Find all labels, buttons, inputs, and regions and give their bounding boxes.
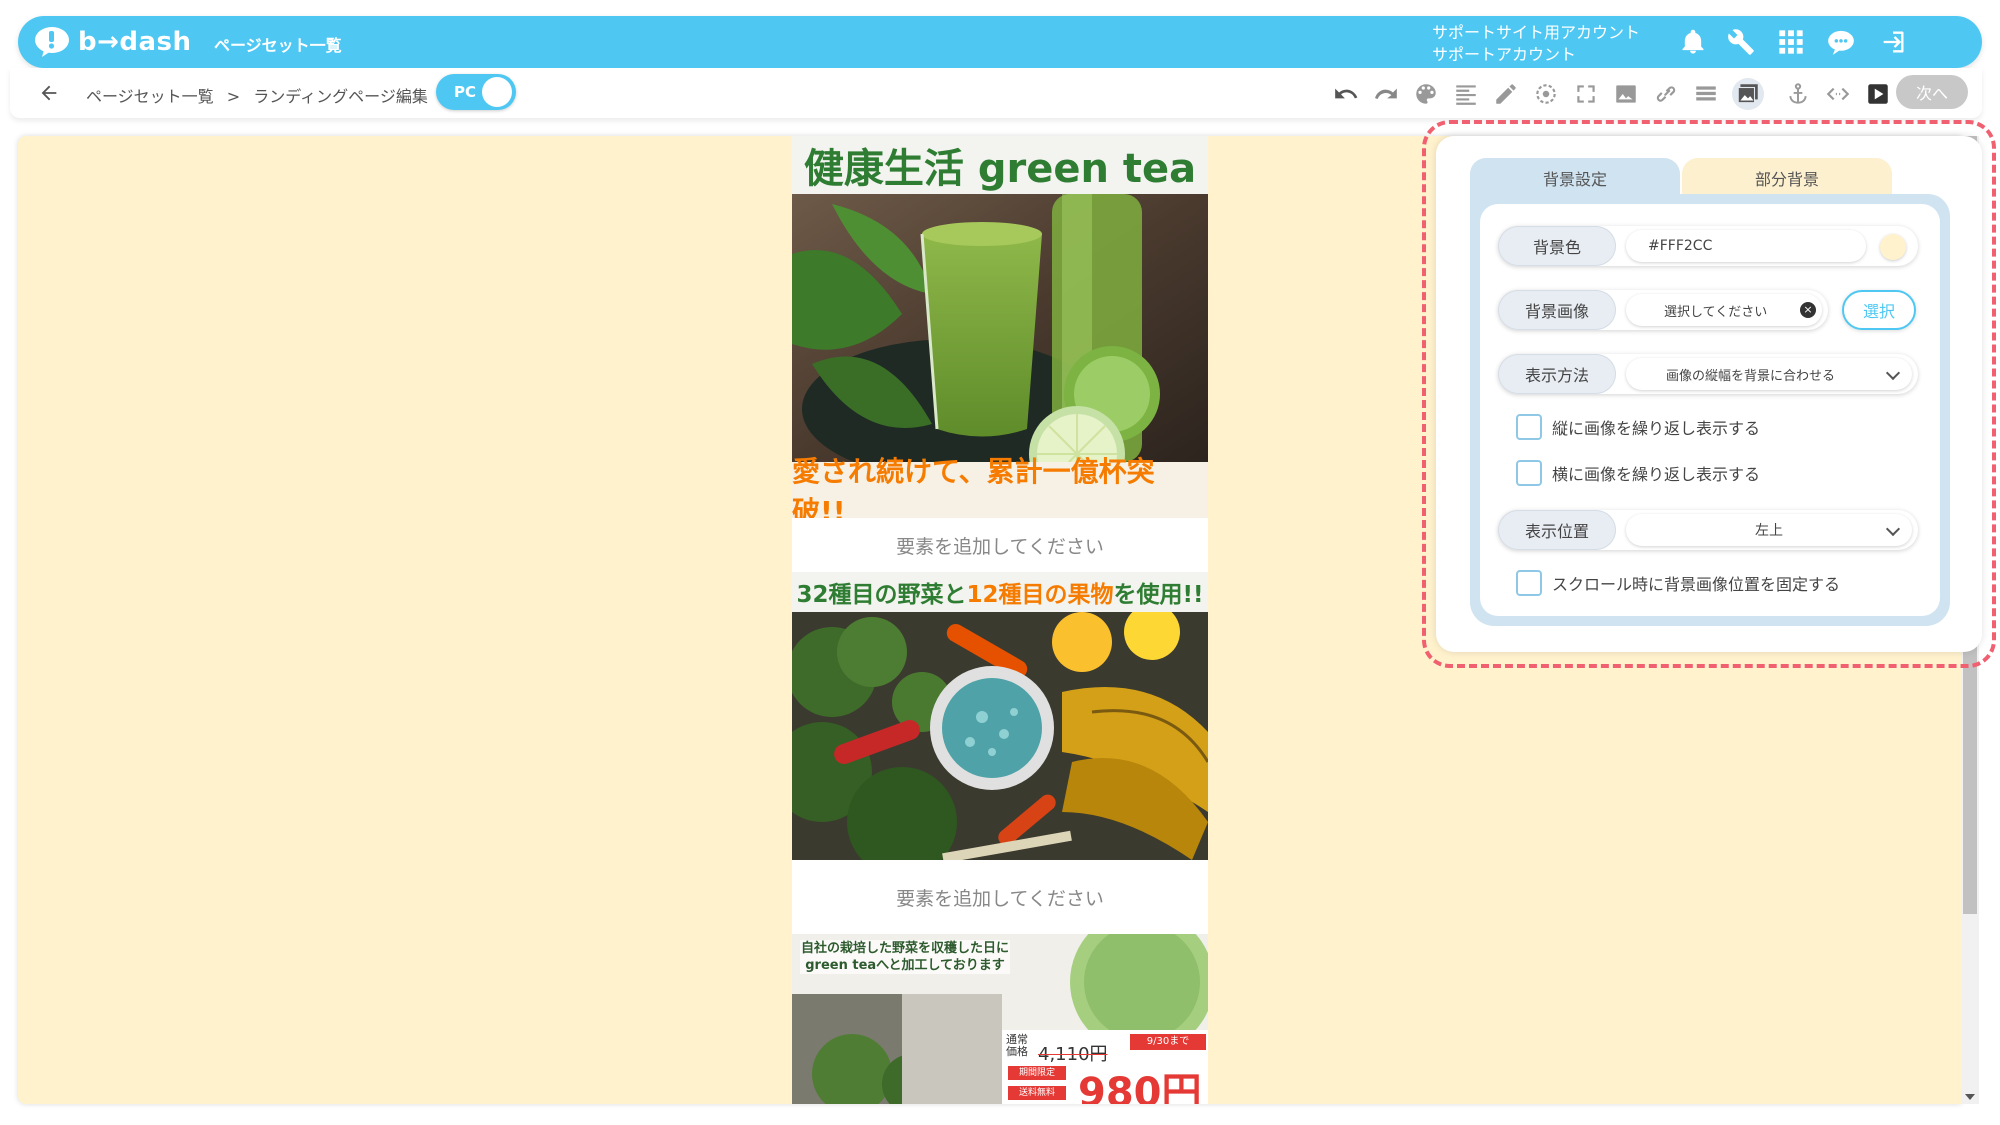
top-header-bar: b→dash ページセット一覧 サポートサイト用アカウント サポートアカウント — [18, 16, 1982, 68]
position-row: 表示位置 左上 — [1498, 510, 1918, 550]
account-info[interactable]: サポートサイト用アカウント サポートアカウント — [1432, 22, 1640, 66]
panel-inner: 背景色 #FFF2CC 背景画像 選択してください × 選択 表示方法 画像の縦… — [1480, 204, 1940, 616]
page-set-list-link[interactable]: ページセット一覧 — [214, 32, 342, 56]
promo-price-image[interactable]: 自社の栽培した野菜を収穫した日に green teaへと加工しております 通常価… — [792, 934, 1208, 1104]
heading-and: と — [943, 582, 967, 608]
chevron-down-icon — [1885, 521, 1901, 537]
tab-partial-background[interactable]: 部分背景 — [1682, 158, 1892, 198]
regular-price-label: 通常価格 — [1006, 1033, 1028, 1058]
grid-icon[interactable] — [1776, 27, 1806, 57]
bdash-logo[interactable]: b→dash — [34, 24, 192, 60]
bg-color-row: 背景色 #FFF2CC — [1498, 226, 1918, 266]
promo-text-line1: 自社の栽培した野菜を収穫した日に — [800, 941, 1009, 956]
position-select[interactable]: 左上 — [1626, 514, 1912, 546]
image-icon[interactable] — [1612, 80, 1640, 108]
repeat-vertical-label: 縦に画像を繰り返し表示する — [1552, 419, 1761, 438]
chat-icon[interactable] — [1826, 27, 1856, 57]
breadcrumb-current: ランディングページ編集 — [253, 87, 428, 106]
background-image-icon[interactable] — [1732, 78, 1764, 110]
color-swatch[interactable] — [1880, 234, 1906, 260]
pen-icon[interactable] — [1492, 80, 1520, 108]
fix-on-scroll-label: スクロール時に背景画像位置を固定する — [1552, 575, 1841, 594]
next-button[interactable]: 次へ — [1896, 75, 1968, 109]
logo-bubble-icon — [35, 27, 69, 57]
redo-icon[interactable] — [1372, 80, 1400, 108]
display-method-row: 表示方法 画像の縦幅を背景に合わせる — [1498, 354, 1918, 394]
breadcrumb: ページセット一覧 > ランディングページ編集 — [86, 83, 436, 107]
display-method-label: 表示方法 — [1498, 354, 1616, 394]
checkbox[interactable] — [1516, 570, 1542, 596]
heading-fruits: 12種目の果物 — [966, 582, 1114, 608]
breadcrumb-page-set-list[interactable]: ページセット一覧 — [86, 87, 214, 106]
sale-price: 980円 — [1078, 1070, 1202, 1104]
breadcrumb-separator: > — [226, 87, 241, 106]
fix-on-scroll-checkbox[interactable]: スクロール時に背景画像位置を固定する — [1516, 570, 1840, 596]
heading-used: を使用!! — [1113, 582, 1204, 608]
chevron-down-icon — [1885, 365, 1901, 381]
scroll-down-arrow-icon[interactable] — [1965, 1094, 1975, 1100]
text-align-icon[interactable] — [1452, 80, 1480, 108]
add-element-placeholder[interactable]: 要素を追加してください — [792, 860, 1208, 934]
display-method-select[interactable]: 画像の縦幅を背景に合わせる — [1626, 358, 1912, 390]
device-toggle-label: PC — [454, 83, 477, 101]
lp-catchphrase-banner[interactable]: 愛され続けて、累計一億杯突破!! — [792, 455, 1208, 528]
lp-ingredients-heading[interactable]: 32種目の野菜 と 12種目の果物 を使用!! — [792, 572, 1208, 612]
anchor-icon[interactable] — [1784, 80, 1812, 108]
tab-background-settings[interactable]: 背景設定 — [1470, 158, 1680, 198]
wrench-icon[interactable] — [1726, 27, 1756, 57]
editor-toolbar: ページセット一覧 > ランディングページ編集 PC 次へ — [10, 68, 1982, 118]
checkbox[interactable] — [1516, 414, 1542, 440]
table-icon[interactable] — [1692, 80, 1720, 108]
device-toggle[interactable]: PC — [436, 74, 516, 110]
play-preview-icon[interactable] — [1864, 80, 1892, 108]
position-label: 表示位置 — [1498, 510, 1616, 550]
account-name-line1: サポートサイト用アカウント — [1432, 23, 1641, 42]
account-name-line2: サポートアカウント — [1432, 45, 1577, 64]
promo-text: 自社の栽培した野菜を収穫した日に green teaへと加工しております — [800, 940, 1010, 974]
toggle-knob — [482, 77, 512, 107]
target-icon[interactable] — [1532, 80, 1560, 108]
code-icon[interactable] — [1824, 80, 1852, 108]
price-box: 通常価格 4,110円 9/30まで 期間限定 送料無料 980円 — [1002, 1030, 1208, 1104]
checkbox[interactable] — [1516, 460, 1542, 486]
lp-heading-block[interactable]: 健康生活 green tea — [792, 136, 1208, 194]
clear-icon[interactable]: × — [1800, 302, 1816, 318]
repeat-horizontal-checkbox[interactable]: 横に画像を繰り返し表示する — [1516, 460, 1760, 486]
bg-image-label: 背景画像 — [1498, 290, 1616, 330]
add-element-placeholder[interactable]: 要素を追加してください — [792, 518, 1208, 572]
promo-text-line2: green teaへと加工しております — [805, 958, 1005, 973]
repeat-vertical-checkbox[interactable]: 縦に画像を繰り返し表示する — [1516, 414, 1760, 440]
logout-icon[interactable] — [1878, 27, 1908, 57]
repeat-horizontal-label: 横に画像を繰り返し表示する — [1552, 465, 1761, 484]
bg-color-input[interactable]: #FFF2CC — [1626, 230, 1866, 262]
palette-icon[interactable] — [1412, 80, 1440, 108]
heading-vegetables: 32種目の野菜 — [796, 582, 944, 608]
free-shipping-badge: 送料無料 — [1008, 1086, 1066, 1100]
vegetables-photo — [792, 612, 1208, 860]
smoothie-photo — [792, 194, 1208, 462]
deadline-tag: 9/30まで — [1130, 1034, 1206, 1050]
link-icon[interactable] — [1652, 80, 1680, 108]
bell-icon[interactable] — [1678, 27, 1708, 57]
green-smoothie-image[interactable] — [792, 194, 1208, 462]
vegetables-fruits-image[interactable] — [792, 612, 1208, 860]
select-image-button[interactable]: 選択 — [1842, 290, 1916, 330]
background-settings-panel: 背景設定 部分背景 背景色 #FFF2CC 背景画像 選択してください × 選択… — [1436, 136, 1982, 652]
bg-image-input[interactable]: 選択してください × — [1626, 294, 1822, 326]
expand-icon[interactable] — [1572, 80, 1600, 108]
back-arrow-icon[interactable] — [38, 82, 60, 104]
bg-image-placeholder: 選択してください — [1664, 304, 1768, 320]
undo-icon[interactable] — [1332, 80, 1360, 108]
bg-color-label: 背景色 — [1498, 226, 1616, 266]
bg-image-row: 背景画像 選択してください × — [1498, 290, 1828, 330]
lp-heading-text: 健康生活 green tea — [803, 146, 1197, 192]
landing-page-preview: 健康生活 green tea 愛され続けて、累計一億杯突破!! 要素を追加してく… — [792, 136, 1208, 1104]
limited-time-badge: 期間限定 — [1008, 1066, 1066, 1080]
panel-body: 背景色 #FFF2CC 背景画像 選択してください × 選択 表示方法 画像の縦… — [1470, 194, 1950, 626]
position-value: 左上 — [1755, 523, 1783, 539]
logo-text: b→dash — [78, 27, 192, 57]
display-method-value: 画像の縦幅を背景に合わせる — [1666, 368, 1836, 384]
